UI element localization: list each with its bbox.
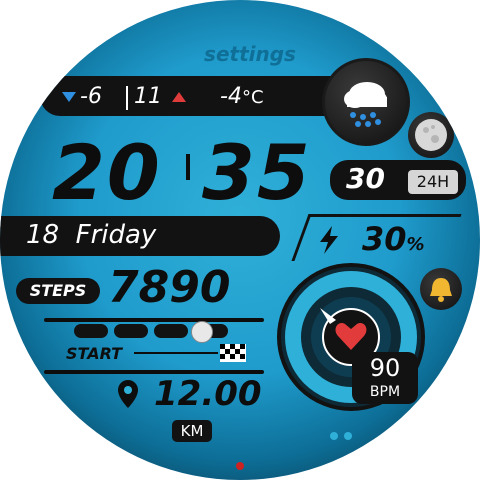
start-label: START (66, 344, 123, 363)
date-text: 18 Friday (26, 220, 157, 250)
page-indicator-dot (344, 432, 352, 440)
distance-unit: KM (172, 420, 212, 442)
track-line (134, 352, 218, 354)
arrow-down-icon (62, 92, 76, 102)
heart-rate-unit: BPM (369, 384, 401, 400)
steps-label: STEPS (16, 278, 100, 304)
map-pin-icon (118, 380, 138, 408)
lightning-icon (320, 226, 338, 254)
day-of-month: 30 (346, 162, 385, 195)
divider (126, 86, 128, 110)
rain-cloud-icon (344, 82, 387, 127)
page-indicator-dot (330, 432, 338, 440)
steps-value: 7890 (108, 262, 231, 313)
watch-face: settings -6 11 -4°C 20 35 30 24H 18 Frid… (0, 0, 480, 480)
heart-rate-value: 90 (369, 354, 401, 382)
distance-value: 12.00 (154, 374, 262, 414)
progress-indicator (191, 321, 213, 343)
settings-button[interactable]: settings (190, 42, 310, 66)
weather-icon-button[interactable] (322, 58, 410, 146)
alarm-button[interactable] (420, 268, 462, 310)
progress-track-top (44, 318, 264, 322)
status-dot (236, 462, 244, 470)
checkered-flag-icon (220, 344, 246, 362)
current-temperature: -4°C (220, 84, 264, 109)
time-separator (186, 154, 190, 180)
moon-button[interactable] (408, 112, 454, 158)
progress-segment (74, 324, 108, 338)
low-temperature: -6 (80, 84, 102, 109)
bell-icon (430, 278, 452, 302)
battery-value: 30% (362, 220, 425, 258)
progress-segment (114, 324, 148, 338)
progress-bar (74, 321, 244, 343)
clock: 20 35 (52, 128, 322, 217)
high-temperature: 11 (134, 84, 162, 109)
time-format-badge[interactable]: 24H (408, 170, 458, 194)
arrow-up-icon (172, 92, 186, 102)
hours: 20 (52, 128, 162, 217)
progress-segment (154, 324, 188, 338)
minutes: 35 (202, 128, 312, 217)
moon-phase-icon (415, 119, 447, 151)
